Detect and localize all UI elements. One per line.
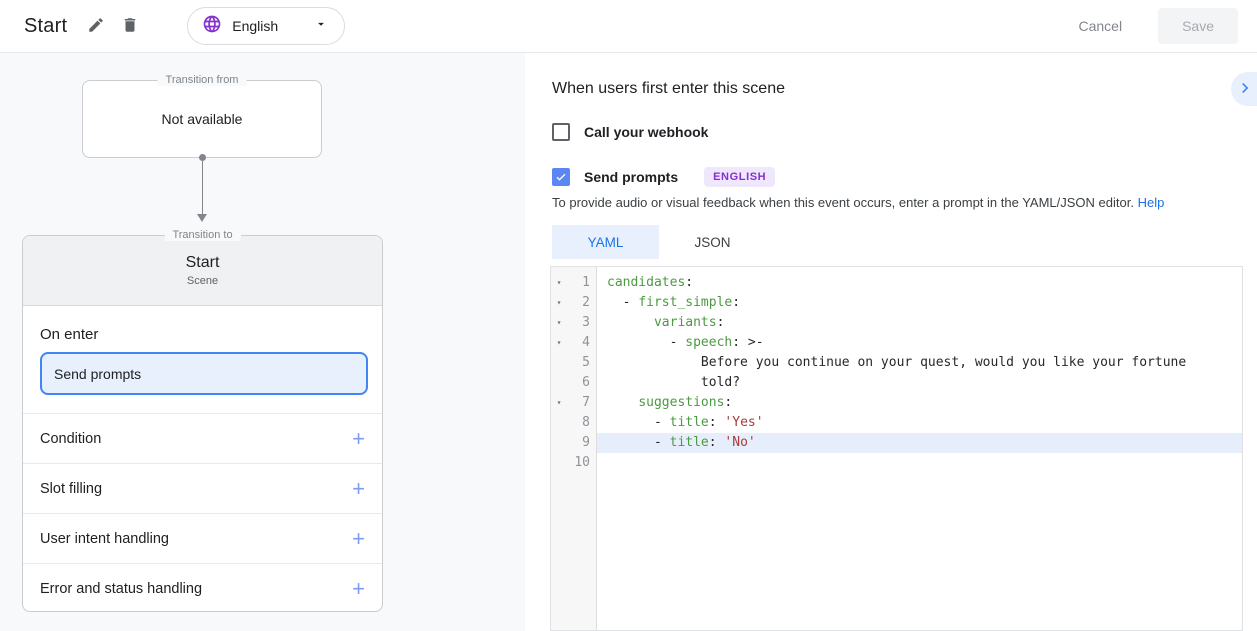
trash-icon	[121, 16, 139, 37]
fold-toggle-icon[interactable]: ▾	[551, 393, 567, 413]
add-condition-button[interactable]: +	[352, 428, 365, 450]
transition-to-label: Transition to	[164, 229, 240, 241]
on-enter-section: On enter Send prompts	[23, 306, 382, 413]
page-title: Start	[24, 15, 67, 38]
section-label: Error and status handling	[40, 581, 202, 597]
editor-tabs: YAML JSON	[552, 225, 766, 259]
line-number: 5	[567, 353, 597, 373]
code-text[interactable]: told?	[597, 373, 1242, 393]
line-number: 6	[567, 373, 597, 393]
code-text[interactable]: suggestions:	[597, 393, 1242, 413]
panel-heading: When users first enter this scene	[552, 80, 785, 98]
code-lines: ▾1candidates:▾2 - first_simple:▾3 varian…	[551, 267, 1242, 473]
pencil-icon	[87, 16, 105, 37]
code-line[interactable]: ▾7 suggestions:	[551, 393, 1242, 413]
tab-yaml[interactable]: YAML	[552, 225, 659, 259]
line-number: 4	[567, 333, 597, 353]
code-text[interactable]	[597, 453, 1242, 473]
section-label: Slot filling	[40, 481, 102, 497]
top-bar: Start English Cancel Save	[0, 0, 1257, 53]
on-enter-detail-panel: When users first enter this scene Call y…	[525, 53, 1257, 631]
send-prompts-chip[interactable]: Send prompts	[40, 352, 368, 395]
code-text[interactable]: variants:	[597, 313, 1242, 333]
save-button[interactable]: Save	[1158, 8, 1238, 44]
code-text[interactable]: - title: 'Yes'	[597, 413, 1242, 433]
transition-from-label: Transition from	[158, 74, 247, 86]
scene-type: Scene	[187, 275, 218, 287]
fold-toggle-icon[interactable]: ▾	[551, 313, 567, 333]
code-text[interactable]: Before you continue on your quest, would…	[597, 353, 1242, 373]
on-enter-title: On enter	[40, 326, 98, 343]
transition-from-box: Transition from Not available	[82, 80, 322, 158]
yaml-code-editor[interactable]: ▾1candidates:▾2 - first_simple:▾3 varian…	[550, 266, 1243, 631]
transition-from-value: Not available	[162, 111, 243, 127]
code-line[interactable]: ▾4 - speech: >-	[551, 333, 1242, 353]
prompt-description: To provide audio or visual feedback when…	[552, 195, 1164, 210]
send-prompts-label: Send prompts	[584, 169, 678, 185]
code-text[interactable]: - title: 'No'	[597, 433, 1242, 453]
description-text: To provide audio or visual feedback when…	[552, 195, 1134, 210]
code-line[interactable]: 10	[551, 453, 1242, 473]
scene-name: Start	[186, 254, 220, 272]
section-row-error-handling[interactable]: Error and status handling +	[23, 563, 382, 611]
line-number: 7	[567, 393, 597, 413]
arrow-down-icon	[197, 214, 207, 222]
delete-scene-button[interactable]	[113, 9, 147, 43]
code-line[interactable]: 5 Before you continue on your quest, wou…	[551, 353, 1242, 373]
line-number: 3	[567, 313, 597, 333]
language-label: English	[232, 18, 278, 34]
fold-toggle-icon[interactable]: ▾	[551, 293, 567, 313]
chevron-down-icon	[314, 17, 328, 36]
code-line[interactable]: 9 - title: 'No'	[551, 433, 1242, 453]
add-error-handling-button[interactable]: +	[352, 578, 365, 600]
connector-dot	[199, 154, 206, 161]
language-selector[interactable]: English	[187, 7, 345, 45]
line-number: 2	[567, 293, 597, 313]
webhook-checkbox[interactable]	[552, 123, 570, 141]
code-text[interactable]: candidates:	[597, 273, 1242, 293]
scene-card: Transition to Start Scene On enter Send …	[22, 235, 383, 612]
section-row-condition[interactable]: Condition +	[23, 413, 382, 463]
globe-icon	[202, 14, 222, 39]
code-line[interactable]: ▾3 variants:	[551, 313, 1242, 333]
code-text[interactable]: - first_simple:	[597, 293, 1242, 313]
code-line[interactable]: 6 told?	[551, 373, 1242, 393]
scene-card-header[interactable]: Start Scene	[23, 236, 382, 306]
section-label: User intent handling	[40, 531, 169, 547]
section-label: Condition	[40, 431, 101, 447]
fold-toggle-icon[interactable]: ▾	[551, 333, 567, 353]
collapse-panel-button[interactable]	[1231, 72, 1257, 106]
line-number: 1	[567, 273, 597, 293]
code-text[interactable]: - speech: >-	[597, 333, 1242, 353]
add-user-intent-button[interactable]: +	[352, 528, 365, 550]
edit-scene-button[interactable]	[79, 9, 113, 43]
code-line[interactable]: ▾1candidates:	[551, 273, 1242, 293]
section-row-user-intent[interactable]: User intent handling +	[23, 513, 382, 563]
webhook-row: Call your webhook	[552, 123, 708, 141]
code-line[interactable]: 8 - title: 'Yes'	[551, 413, 1242, 433]
tab-json[interactable]: JSON	[659, 225, 766, 259]
send-prompts-checkbox[interactable]	[552, 168, 570, 186]
language-badge: ENGLISH	[704, 167, 775, 187]
line-number: 8	[567, 413, 597, 433]
webhook-label: Call your webhook	[584, 124, 708, 140]
section-row-slot-filling[interactable]: Slot filling +	[23, 463, 382, 513]
connector-line	[202, 161, 203, 215]
line-number: 10	[567, 453, 597, 473]
cancel-button[interactable]: Cancel	[1064, 10, 1136, 42]
add-slot-filling-button[interactable]: +	[352, 478, 365, 500]
fold-toggle-icon[interactable]: ▾	[551, 273, 567, 293]
line-number: 9	[567, 433, 597, 453]
code-line[interactable]: ▾2 - first_simple:	[551, 293, 1242, 313]
scene-diagram-canvas: Transition from Not available Transition…	[0, 53, 525, 631]
send-prompts-row: Send prompts ENGLISH	[552, 167, 775, 187]
chevron-right-icon	[1231, 78, 1255, 101]
checkmark-icon	[555, 171, 567, 183]
help-link[interactable]: Help	[1138, 195, 1165, 210]
